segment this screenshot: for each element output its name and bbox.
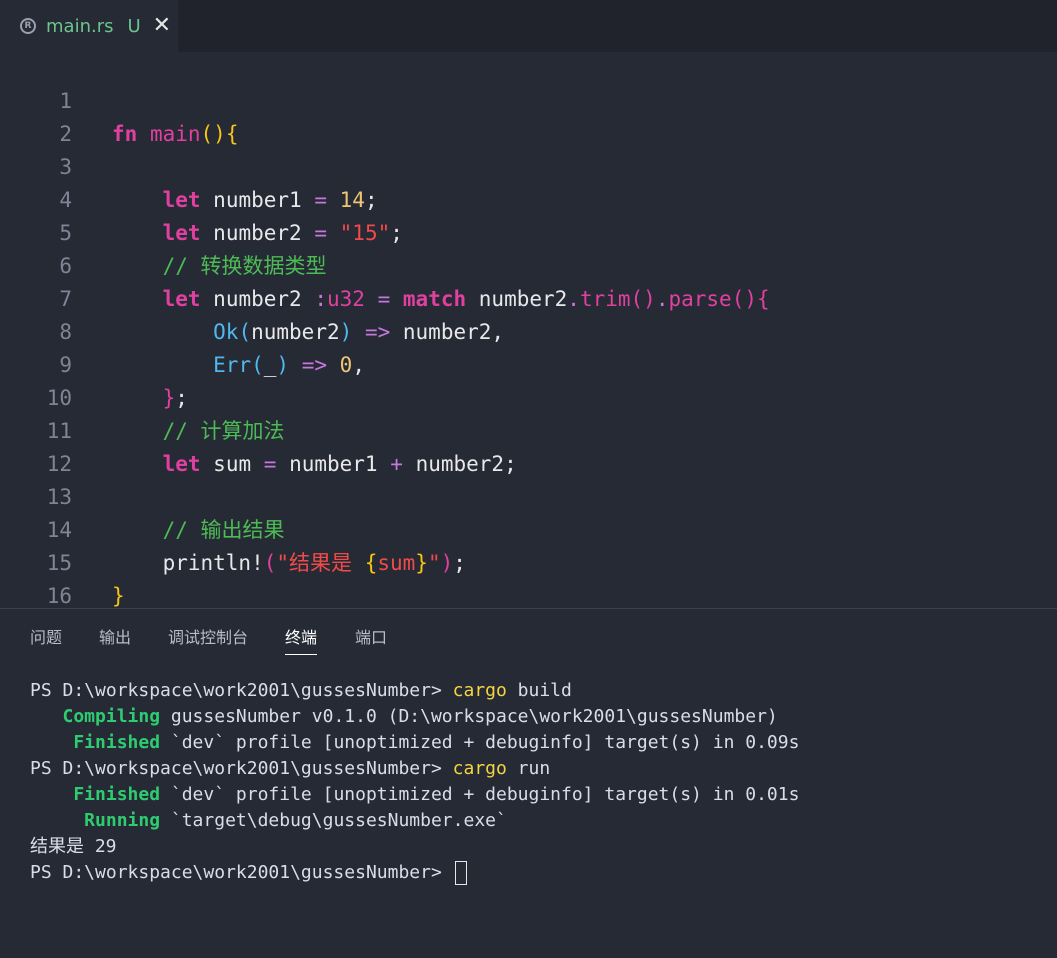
tab-debug-console[interactable]: 调试控制台 (168, 624, 248, 648)
status-label: Running (30, 810, 161, 831)
tab-git-status: U (127, 15, 141, 37)
tab-problems[interactable]: 问题 (30, 624, 62, 648)
code-line: 13 // 输出结果 (0, 448, 1057, 542)
command-binary: cargo (452, 680, 507, 701)
status-text: gussesNumber v0.1.0 (D:\workspace\work20… (160, 706, 778, 727)
terminal-line: PS D:\workspace\work2001\gussesNumber> c… (30, 756, 799, 782)
code-editor[interactable]: 1 fn main(){ 2 3 let number1 = 14; 4 let… (0, 52, 1057, 608)
command-argument: run (506, 758, 551, 779)
code-line: 10 // 计算加法 (0, 349, 1057, 443)
terminal-prompt: PS D:\workspace\work2001\gussesNumber> (30, 680, 453, 701)
code-line: 17 (0, 580, 1057, 608)
close-icon[interactable]: ✕ (153, 15, 171, 37)
status-label: Finished (30, 732, 161, 753)
status-text: `dev` profile [unoptimized + debuginfo] … (160, 732, 800, 753)
terminal-prompt: PS D:\workspace\work2001\gussesNumber> (30, 758, 453, 779)
code-line: 7 Ok(number2) => number2, (0, 250, 1057, 344)
code-line: 3 let number1 = 14; (0, 118, 1057, 212)
terminal-line: Finished `dev` profile [unoptimized + de… (30, 730, 799, 756)
terminal-line: Finished `dev` profile [unoptimized + de… (30, 782, 799, 808)
terminal-cursor (454, 861, 467, 885)
terminal[interactable]: PS D:\workspace\work2001\gussesNumber> c… (30, 678, 799, 886)
code-line: 1 fn main(){ (0, 52, 1057, 146)
status-text: `target\debug\gussesNumber.exe` (160, 810, 507, 831)
tab-main-rs[interactable]: R main.rs U ✕ (0, 0, 178, 52)
tab-terminal[interactable]: 终端 (285, 624, 318, 655)
tab-ports[interactable]: 端口 (355, 624, 387, 648)
code-line: 14 println!("结果是 {sum}"); (0, 481, 1057, 575)
code-line: 4 let number2 = "15"; (0, 151, 1057, 245)
code-line: 15 } (0, 514, 1057, 608)
code-line: 8 Err(_) => 0, (0, 283, 1057, 377)
terminal-line: 结果是 29 (30, 834, 799, 860)
code-line: 12 (0, 415, 1057, 476)
terminal-prompt: PS D:\workspace\work2001\gussesNumber> (30, 862, 453, 883)
tab-bar: R main.rs U ✕ (0, 0, 1057, 52)
terminal-line: Running `target\debug\gussesNumber.exe` (30, 808, 799, 834)
status-label: Finished (30, 784, 161, 805)
code-line: 6 let number2 :u32 = match number2.trim(… (0, 217, 1057, 311)
command-argument: build (506, 680, 572, 701)
rust-file-icon: R (20, 18, 36, 34)
tab-filename: main.rs (46, 15, 114, 37)
program-output: 结果是 29 (30, 836, 117, 857)
terminal-line: Compiling gussesNumber v0.1.0 (D:\worksp… (30, 704, 799, 730)
code-line: 2 (0, 85, 1057, 146)
terminal-line: PS D:\workspace\work2001\gussesNumber> (30, 860, 799, 886)
code-line: 9 }; (0, 316, 1057, 410)
command-binary: cargo (452, 758, 507, 779)
code-line: 5 // 转换数据类型 (0, 184, 1057, 278)
code-line: 16 (0, 547, 1057, 608)
panel-divider[interactable] (0, 608, 1057, 609)
status-text: `dev` profile [unoptimized + debuginfo] … (160, 784, 800, 805)
status-label: Compiling (30, 706, 161, 727)
tab-output[interactable]: 输出 (99, 624, 131, 648)
terminal-line: PS D:\workspace\work2001\gussesNumber> c… (30, 678, 799, 704)
code-line: 11 let sum = number1 + number2; (0, 382, 1057, 476)
